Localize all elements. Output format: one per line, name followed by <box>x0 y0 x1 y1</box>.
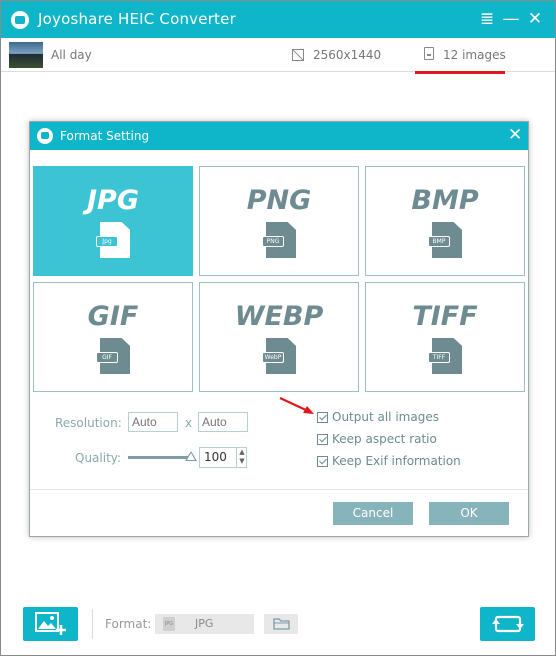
format-tag: PNG <box>262 236 284 247</box>
tiff-file-icon: TIFF <box>428 338 462 374</box>
format-tile-gif[interactable]: GIF GIF <box>33 282 193 392</box>
format-tile-jpg[interactable]: JPG Jpg <box>33 166 193 276</box>
output-format-value: JPG <box>195 617 214 630</box>
keep-exif-checkbox[interactable] <box>317 456 328 467</box>
format-name: PNG <box>246 185 312 216</box>
minimize-icon[interactable]: — <box>501 9 521 29</box>
cancel-button[interactable]: Cancel <box>333 502 413 525</box>
app-logo-icon <box>11 11 29 29</box>
dialog-logo-icon <box>37 128 53 144</box>
format-tag: GIF <box>96 352 118 363</box>
file-info-bar: All day 2560x1440 12 images <box>1 38 555 72</box>
dialog-close-icon[interactable]: ✕ <box>508 124 522 146</box>
resolution-text: 2560x1440 <box>313 48 382 62</box>
folder-icon <box>273 618 290 630</box>
annotation-arrow <box>279 397 314 414</box>
convert-icon <box>492 615 524 633</box>
app-title: Joyoshare HEIC Converter <box>38 10 236 28</box>
gif-file-icon: GIF <box>96 338 130 374</box>
images-icon <box>424 47 434 60</box>
resolution-label: Resolution: <box>55 416 122 430</box>
resolution-separator: x <box>185 416 193 430</box>
format-tile-png[interactable]: PNG PNG <box>199 166 359 276</box>
title-bar: Joyoshare HEIC Converter ≣ — ✕ <box>1 1 555 38</box>
dialog-title: Format Setting <box>60 129 150 143</box>
output-all-images-label[interactable]: Output all images <box>332 410 439 424</box>
quality-label: Quality: <box>75 451 122 465</box>
format-name: BMP <box>411 185 479 216</box>
webp-file-icon: WebP <box>262 338 296 374</box>
format-tag: TIFF <box>428 352 450 363</box>
format-name: JPG <box>87 185 139 216</box>
output-folder-button[interactable] <box>264 614 298 634</box>
output-all-images-checkbox[interactable] <box>317 412 328 423</box>
quality-value: 100 <box>204 450 227 464</box>
jpg-file-icon: Jpg <box>96 222 130 258</box>
add-image-icon <box>35 612 66 635</box>
app-window: Joyoshare HEIC Converter ≣ — ✕ All day 2… <box>0 0 556 656</box>
ok-button[interactable]: OK <box>429 502 509 525</box>
quality-slider-thumb[interactable] <box>185 451 197 461</box>
format-name: TIFF <box>412 301 478 332</box>
image-thumbnail[interactable] <box>9 42 43 68</box>
dialog-title-bar: Format Setting ✕ <box>30 122 528 150</box>
output-format-field[interactable]: JPG JPG <box>155 614 254 634</box>
resolution-icon <box>292 49 304 61</box>
format-setting-dialog: Format Setting ✕ JPG Jpg PNG PNG BMP BMP… <box>29 121 529 537</box>
quality-spin-arrows[interactable]: ▲ ▼ <box>236 448 247 467</box>
close-icon[interactable]: ✕ <box>525 9 545 29</box>
convert-button[interactable] <box>480 607 535 641</box>
format-name: WEBP <box>234 301 324 332</box>
add-files-button[interactable] <box>23 607 78 641</box>
resolution-width-input[interactable] <box>128 412 178 432</box>
bmp-file-icon: BMP <box>428 222 462 258</box>
format-tile-tiff[interactable]: TIFF TIFF <box>365 282 525 392</box>
toolbar-divider <box>92 609 93 639</box>
quality-stepper[interactable]: 100 ▲ ▼ <box>199 447 247 468</box>
format-tag: Jpg <box>96 236 118 247</box>
format-file-icon: JPG <box>163 617 175 631</box>
menu-icon[interactable]: ≣ <box>477 9 497 29</box>
format-label: Format: <box>105 617 152 631</box>
format-tile-bmp[interactable]: BMP BMP <box>365 166 525 276</box>
keep-aspect-ratio-checkbox[interactable] <box>317 434 328 445</box>
quality-slider-track[interactable] <box>128 456 190 459</box>
keep-aspect-ratio-label[interactable]: Keep aspect ratio <box>332 432 437 446</box>
png-file-icon: PNG <box>262 222 296 258</box>
file-name: All day <box>51 48 92 62</box>
resolution-height-input[interactable] <box>198 412 248 432</box>
dialog-divider <box>30 489 528 490</box>
format-tile-webp[interactable]: WEBP WebP <box>199 282 359 392</box>
format-name: GIF <box>87 301 139 332</box>
keep-exif-label[interactable]: Keep Exif information <box>332 454 461 468</box>
image-count[interactable]: 12 images <box>443 48 506 62</box>
format-tag: WebP <box>262 352 284 363</box>
annotation-underline <box>415 71 505 74</box>
format-tag: BMP <box>428 236 450 247</box>
